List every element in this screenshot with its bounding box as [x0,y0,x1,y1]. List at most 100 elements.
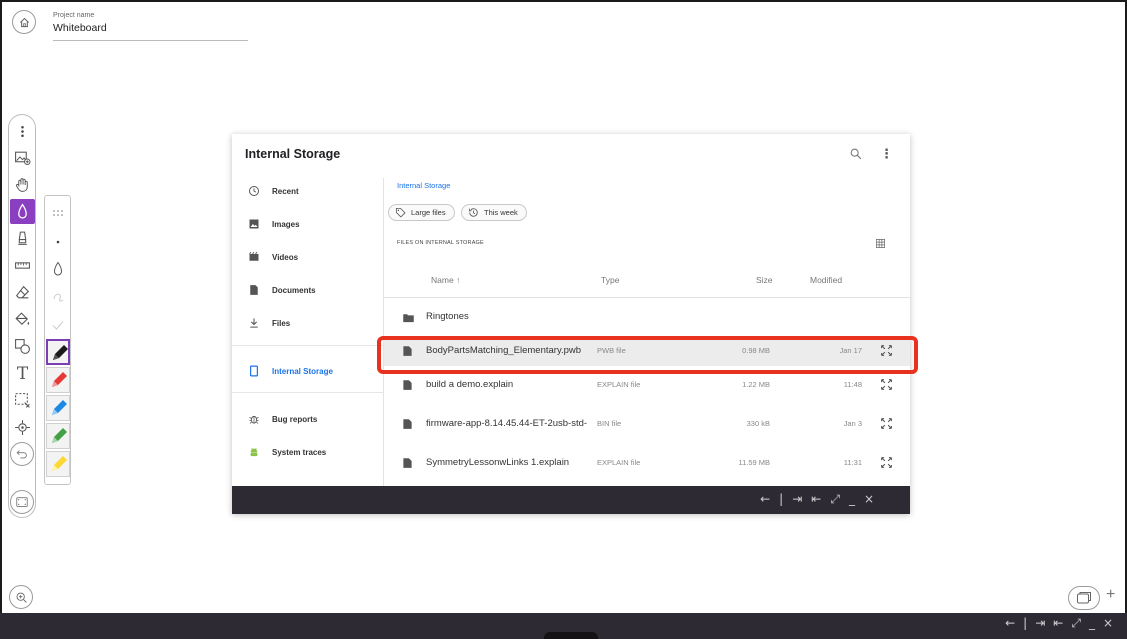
eraser-icon[interactable] [10,280,35,305]
add-page-icon[interactable]: + [1106,586,1115,604]
column-size-header[interactable]: Size [756,275,773,285]
table-row[interactable]: build a demo.explain EXPLAIN file 1.22 M… [384,370,910,400]
file-modified: 11:48 [843,380,862,389]
pages-button[interactable] [1068,586,1100,610]
checkmark-icon[interactable] [47,314,69,336]
file-name: firmware-app-8.14.45.44-ET-2usb-std- [426,418,588,429]
sidebar-item-label: Bug reports [272,414,318,424]
zoom-button[interactable] [9,585,33,609]
table-row[interactable]: firmware-app-8.14.45.44-ET-2usb-std- BIN… [384,409,910,439]
minimize-icon[interactable]: _ [849,492,855,507]
chip-this-week[interactable]: This week [461,204,527,221]
home-icon [19,17,29,27]
divider-icon: | [779,492,784,506]
undo-icon[interactable] [10,442,34,466]
color-yellow-swatch[interactable] [46,451,70,477]
highlighter-icon[interactable] [10,226,35,251]
expand-icon[interactable] [880,344,893,357]
close-icon[interactable]: × [864,492,874,507]
bottom-bar-handle[interactable] [544,632,598,639]
text-glyph: T [16,363,29,384]
snap-right-icon[interactable]: ⇥ [792,492,802,507]
file-icon [403,380,412,390]
drag-handle-icon[interactable] [47,202,69,224]
pen-icon[interactable] [10,199,35,224]
sidebar-item-documents[interactable]: Documents [232,277,384,303]
resize-icon[interactable]: ⤢ [830,492,840,507]
sidebar-divider [232,392,384,393]
expand-icon[interactable] [880,417,893,430]
table-row[interactable]: SymmetryLessonwLinks 1.explain EXPLAIN f… [384,448,910,478]
sidebar-item-label: Documents [272,285,316,295]
minimize-icon[interactable]: _ [1089,616,1095,631]
expand-icon[interactable] [880,456,893,469]
sidebar-item-images[interactable]: Images [232,211,384,237]
back-icon[interactable]: ← [760,492,770,507]
chip-label: Large files [411,208,446,217]
sidebar-item-bug-reports[interactable]: Bug reports [232,406,384,432]
column-modified-header[interactable]: Modified [810,275,842,285]
close-icon[interactable]: × [1103,616,1113,631]
table-row[interactable]: BodyPartsMatching_Elementary.pwb PWB fil… [384,336,910,366]
sidebar-divider [232,345,384,346]
section-title: FILES ON INTERNAL STORAGE [397,240,484,246]
color-green-swatch[interactable] [46,423,70,449]
sidebar-item-recent[interactable]: Recent [232,178,384,204]
file-name: Ringtones [426,311,469,322]
document-icon [247,283,261,297]
fit-screen-icon[interactable] [10,490,34,514]
sidebar-item-videos[interactable]: Videos [232,244,384,270]
color-blue-swatch[interactable] [46,395,70,421]
color-black-swatch[interactable] [46,339,70,365]
file-type: EXPLAIN file [597,380,641,389]
project-name-field[interactable]: Whiteboard [53,22,107,34]
snap-left-icon[interactable]: ⇤ [1053,616,1063,631]
snap-right-icon[interactable]: ⇥ [1035,616,1045,631]
home-button[interactable] [12,10,36,34]
stroke-thin-icon[interactable] [47,231,69,253]
sidebar-item-internal-storage[interactable]: Internal Storage [232,358,384,384]
chip-large-files[interactable]: Large files [388,204,455,221]
pan-hand-icon[interactable] [10,172,35,197]
file-modified: Jan 17 [839,346,862,355]
shape-recognition-icon[interactable] [47,286,69,308]
laser-pointer-icon[interactable] [10,415,35,440]
text-icon[interactable]: T [10,361,35,386]
download-icon [247,316,261,330]
sidebar-item-label: Files [272,318,291,328]
back-icon[interactable]: ← [1005,616,1015,631]
file-icon [403,419,412,429]
pen-tip-icon[interactable] [47,258,69,280]
grid-view-icon[interactable] [875,238,886,249]
column-type-header[interactable]: Type [601,275,619,285]
shapes-icon[interactable] [10,334,35,359]
image-icon [247,217,261,231]
expand-icon[interactable] [880,378,893,391]
file-icon [403,458,412,468]
fill-bucket-icon[interactable] [10,307,35,332]
divider-icon: | [1023,616,1028,630]
ruler-icon[interactable] [10,253,35,278]
lasso-select-icon[interactable] [10,388,35,413]
snap-left-icon[interactable]: ⇤ [811,492,821,507]
dialog-window-controls: ← | ⇥ ⇤ ⤢ _ × [760,492,874,507]
search-icon[interactable] [849,147,863,161]
more-icon[interactable] [10,119,35,144]
chip-label: This week [484,208,518,217]
sidebar-item-label: System traces [272,447,327,457]
table-row[interactable]: Ringtones [384,302,910,332]
file-modified: 11:31 [843,458,862,467]
overflow-menu-icon[interactable]: ⋮ [880,146,893,162]
resize-icon[interactable]: ⤢ [1071,616,1081,631]
column-name-header[interactable]: Name ↑ [431,275,460,285]
zoom-in-icon [16,592,27,603]
dialog-window-bar: ← | ⇥ ⇤ ⤢ _ × [232,486,910,514]
android-icon [247,445,261,459]
sidebar-item-label: Images [272,219,300,229]
sidebar-item-label: Internal Storage [272,366,333,376]
breadcrumb[interactable]: Internal Storage [397,181,450,190]
sidebar-item-system-traces[interactable]: System traces [232,439,384,465]
insert-image-icon[interactable] [10,145,35,170]
sidebar-item-files[interactable]: Files [232,310,384,336]
color-red-swatch[interactable] [46,367,70,393]
